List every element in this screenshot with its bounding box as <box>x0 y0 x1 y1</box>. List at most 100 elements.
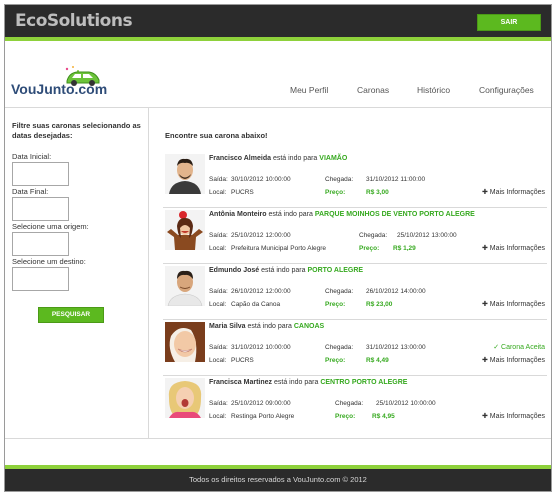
driver-name: Francisco Almeida <box>209 155 271 162</box>
saida-value: 31/10/2012 10:00:00 <box>231 344 291 351</box>
ride-item: Antônia Monteiro está indo para PARQUE M… <box>163 208 547 264</box>
chegada-value: 26/10/2012 14:00:00 <box>366 288 426 295</box>
driver-name: Edmundo José <box>209 267 260 274</box>
more-info-label: Mais Informações <box>489 357 545 364</box>
plus-icon: ✚ <box>481 413 490 420</box>
app-window: EcoSolutions SAIR VouJunto.com Meu Perfi… <box>4 4 552 492</box>
ride-phrase: está indo para <box>268 211 313 218</box>
saida-value: 30/10/2012 10:00:00 <box>231 176 291 183</box>
local-label: Local: <box>209 413 227 420</box>
local-value: PUCRS <box>231 357 254 364</box>
ride-phrase: está indo para <box>272 155 318 162</box>
ride-header: Edmundo José está indo para PORTO ALEGRE <box>209 267 363 274</box>
footer-text: Todos os direitos reservados a VouJunto.… <box>189 475 367 484</box>
local-label: Local: <box>209 189 227 196</box>
chegada-value: 25/10/2012 13:00:00 <box>397 232 457 239</box>
local-label: Local: <box>209 301 227 308</box>
local-label: Local: <box>209 245 227 252</box>
driver-photo <box>165 322 205 362</box>
ride-destination[interactable]: PARQUE MOINHOS DE VENTO PORTO ALEGRE <box>315 211 475 218</box>
more-info-link[interactable]: ✚ Mais Informações <box>482 412 545 420</box>
nav-historico[interactable]: Histórico <box>417 85 450 95</box>
destination-select[interactable] <box>12 267 69 291</box>
saida-label: Saída: <box>209 288 228 295</box>
origin-select[interactable] <box>12 232 69 256</box>
preco-value: R$ 1,29 <box>393 245 416 252</box>
preco-label: Preço: <box>325 189 346 196</box>
saida-label: Saída: <box>209 176 228 183</box>
ride-destination[interactable]: PORTO ALEGRE <box>307 267 363 274</box>
saida-value: 26/10/2012 12:00:00 <box>231 288 291 295</box>
plus-icon: ✚ <box>481 189 490 196</box>
checkmark-icon: ✓ <box>493 344 502 351</box>
driver-photo <box>165 154 205 194</box>
logout-button[interactable]: SAIR <box>477 14 541 31</box>
ride-status-badge: ✓ Carona Aceita <box>493 343 545 351</box>
preco-value: R$ 4,49 <box>366 357 389 364</box>
chegada-label: Chegada: <box>325 344 354 351</box>
top-bar: EcoSolutions SAIR <box>5 5 551 41</box>
search-button[interactable]: PESQUISAR <box>38 307 104 323</box>
local-value: PUCRS <box>231 189 254 196</box>
chegada-label: Chegada: <box>359 232 388 239</box>
driver-name: Maria Silva <box>209 323 246 330</box>
more-info-link[interactable]: ✚ Mais Informações <box>482 188 545 196</box>
saida-value: 25/10/2012 09:00:00 <box>231 400 291 407</box>
destination-label: Selecione um destino: <box>12 257 86 266</box>
nav-meu-perfil[interactable]: Meu Perfil <box>290 85 328 95</box>
local-value: Restinga Porto Alegre <box>231 413 295 420</box>
plus-icon: ✚ <box>481 301 490 308</box>
preco-value: R$ 3,00 <box>366 189 389 196</box>
ride-destination[interactable]: VIAMÃO <box>319 155 347 162</box>
saida-label: Saída: <box>209 400 228 407</box>
more-info-label: Mais Informações <box>489 245 545 252</box>
preco-label: Preço: <box>325 301 346 308</box>
ride-destination[interactable]: CANOAS <box>294 323 324 330</box>
footer: Todos os direitos reservados a VouJunto.… <box>5 465 551 491</box>
local-value: Prefeitura Municipal Porto Alegre <box>231 245 327 252</box>
chegada-value: 25/10/2012 10:00:00 <box>376 400 436 407</box>
start-date-label: Data Inicial: <box>12 152 52 161</box>
origin-label: Selecione uma origem: <box>12 222 89 231</box>
ride-phrase: está indo para <box>247 323 292 330</box>
main-title: Encontre sua carona abaixo! <box>165 131 268 140</box>
preco-label: Preço: <box>335 413 356 420</box>
driver-name: Francisca Martinez <box>209 379 273 386</box>
ride-item: Francisco Almeida está indo para VIAMÃO … <box>163 152 547 208</box>
content-divider <box>5 438 551 439</box>
ride-status-label: Carona Aceita <box>501 344 545 351</box>
preco-value: R$ 23,00 <box>366 301 393 308</box>
ride-header: Francisca Martinez está indo para CENTRO… <box>209 379 407 386</box>
preco-label: Preço: <box>359 245 380 252</box>
driver-photo <box>165 210 205 250</box>
ride-header: Maria Silva está indo para CANOAS <box>209 323 324 330</box>
ride-phrase: está indo para <box>273 379 319 386</box>
start-date-input[interactable] <box>12 162 69 186</box>
ride-header: Antônia Monteiro está indo para PARQUE M… <box>209 211 475 218</box>
more-info-link[interactable]: ✚ Mais Informações <box>482 300 545 308</box>
driver-photo <box>165 266 205 306</box>
ride-phrase: está indo para <box>261 267 306 274</box>
more-info-link[interactable]: ✚ Mais Informações <box>482 356 545 364</box>
chegada-value: 31/10/2012 11:00:00 <box>366 176 426 183</box>
ride-header: Francisco Almeida está indo para VIAMÃO <box>209 155 347 162</box>
chegada-value: 31/10/2012 13:00:00 <box>366 344 426 351</box>
local-label: Local: <box>209 357 227 364</box>
end-date-label: Data Final: <box>12 187 49 196</box>
local-value: Capão da Canoa <box>231 301 281 308</box>
driver-photo <box>165 378 205 418</box>
chegada-label: Chegada: <box>335 400 364 407</box>
preco-value: R$ 4,95 <box>372 413 395 420</box>
driver-name: Antônia Monteiro <box>209 211 267 218</box>
saida-label: Saída: <box>209 232 228 239</box>
brand-name: EcoSolutions <box>15 11 133 31</box>
ride-destination[interactable]: CENTRO PORTO ALEGRE <box>320 379 407 386</box>
chegada-label: Chegada: <box>325 176 354 183</box>
saida-label: Saída: <box>209 344 228 351</box>
nav-configuracoes[interactable]: Configurações <box>479 85 534 95</box>
nav-caronas[interactable]: Caronas <box>357 85 389 95</box>
more-info-link[interactable]: ✚ Mais Informações <box>482 244 545 252</box>
more-info-label: Mais Informações <box>489 189 545 196</box>
end-date-input[interactable] <box>12 197 69 221</box>
main-nav: Meu Perfil Caronas Histórico Configuraçõ… <box>5 85 551 99</box>
